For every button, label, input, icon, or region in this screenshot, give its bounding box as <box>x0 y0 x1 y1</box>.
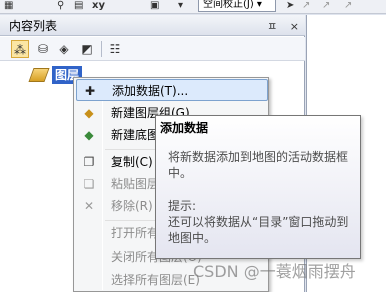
toc-title: 内容列表 <box>9 19 58 33</box>
list-by-source-icon[interactable]: ⛁ <box>34 40 52 58</box>
toc-toolbar: ⁂ ⛁ ◈ ◩ ☷ <box>0 37 305 61</box>
link-icon: ↗ <box>344 0 353 11</box>
add-data-icon: ✚ <box>84 84 96 98</box>
edit-pointer-icon[interactable]: ➤ <box>286 0 294 11</box>
move-icon: ↗ <box>302 0 311 11</box>
toolbar-icon[interactable]: ▦ <box>4 0 13 11</box>
list-by-selection-icon[interactable]: ◩ <box>78 40 96 58</box>
tooltip-title: 添加数据 <box>160 121 209 135</box>
toolbar-divider <box>101 41 102 57</box>
copy-icon: ❐ <box>83 155 95 169</box>
remove-icon: ✕ <box>83 199 95 213</box>
top-toolbar: ▦ ⚲ ▤ xy ▣ ▾ 空间校正(J) ▾ ➤ ↗ ↗ ↗ <box>0 0 386 14</box>
toc-title-bar: 内容列表 ㅍ × <box>0 15 305 36</box>
layers-icon <box>28 68 50 82</box>
list-by-visibility-icon[interactable]: ◈ <box>55 40 73 58</box>
new-group-layer-icon: ◆ <box>84 106 94 120</box>
tooltip-description: 将新数据添加到地图的活动数据框中。 <box>168 150 349 180</box>
pin-icon[interactable]: ㅍ <box>267 20 277 33</box>
rubbersheet-icon: ↗ <box>322 0 331 11</box>
binoculars-icon[interactable]: ⚲ <box>57 0 64 11</box>
watermark: CSDN @一蓑烟雨摆舟 <box>193 262 356 281</box>
close-icon[interactable]: × <box>290 20 299 33</box>
chevron-down-icon[interactable]: ▾ <box>178 0 183 11</box>
pan-zoom-icon[interactable]: ▣ <box>150 0 159 11</box>
new-basemap-icon: ◆ <box>84 128 94 142</box>
layout-icon[interactable]: ▤ <box>74 0 83 11</box>
tooltip-hint-title: 提示: <box>168 199 197 213</box>
menu-item-add-data[interactable]: ✚ 添加数据(T)... <box>76 79 268 101</box>
add-data-tooltip: 添加数据 将新数据添加到地图的活动数据框中。 提示: 还可以将数据从“目录”窗口… <box>155 115 361 259</box>
spatial-adjust-dropdown[interactable]: 空间校正(J) ▾ <box>198 0 276 12</box>
list-by-drawing-order-icon[interactable]: ⁂ <box>11 40 29 58</box>
options-icon[interactable]: ☷ <box>106 40 124 58</box>
xy-icon[interactable]: xy <box>92 0 105 11</box>
tooltip-hint: 还可以将数据从“目录”窗口拖动到地图中。 <box>168 215 349 245</box>
paste-icon: ❏ <box>83 177 95 191</box>
